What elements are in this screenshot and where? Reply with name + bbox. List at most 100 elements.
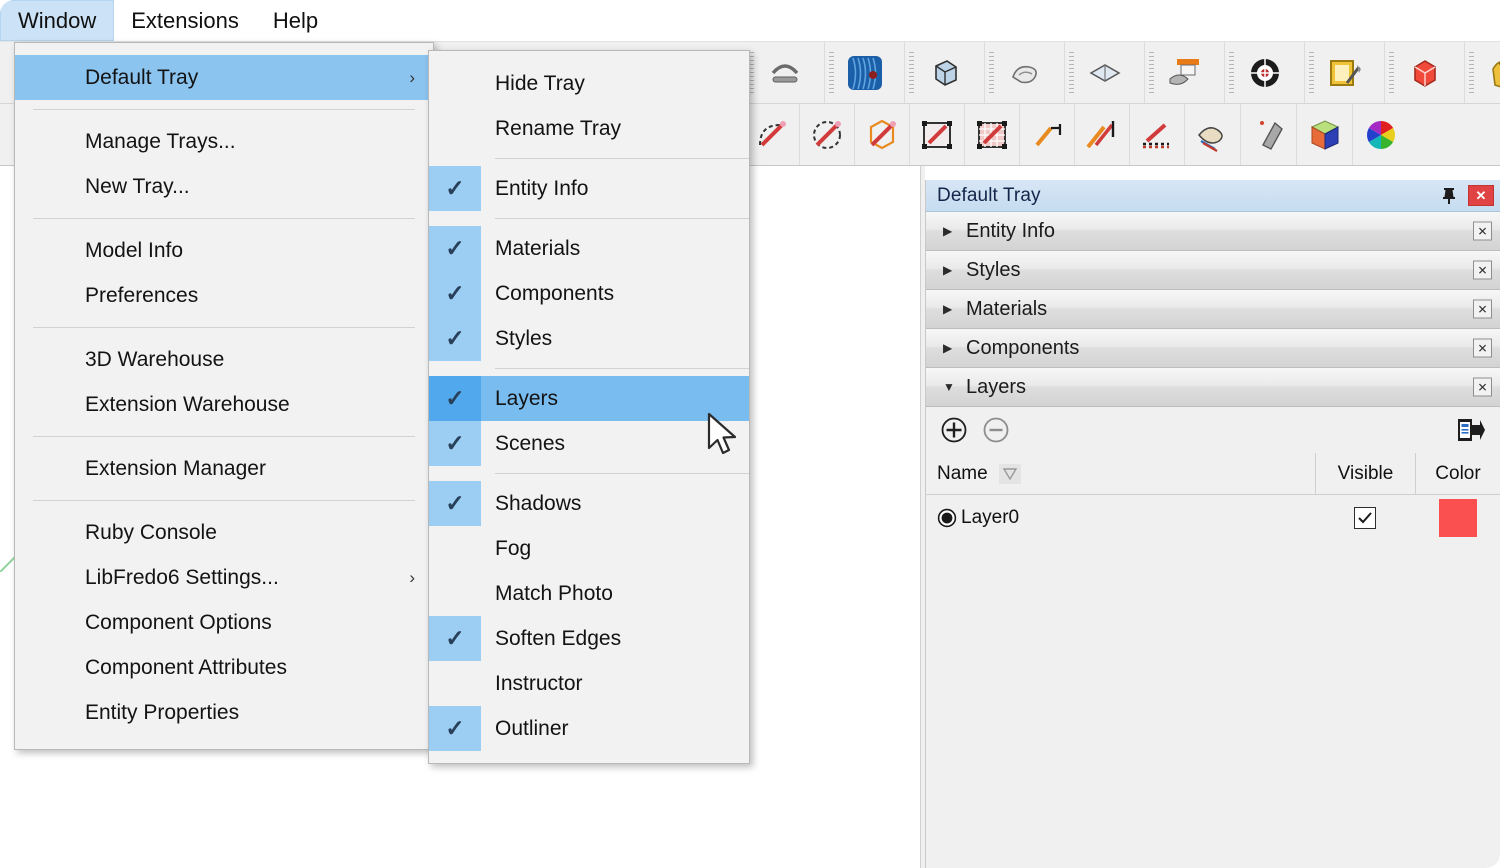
bezier-grid-icon — [977, 120, 1007, 149]
submenu-item-fog[interactable]: Fog — [429, 526, 749, 571]
menubar-item-window[interactable]: Window — [0, 0, 115, 41]
menu-item-preferences[interactable]: Preferences — [15, 273, 433, 318]
submenu-item-scenes[interactable]: ✓ Scenes — [429, 421, 749, 466]
toolbar-button-bezier-square[interactable] — [910, 104, 965, 165]
toolbar-button-solid-inspector[interactable] — [1385, 42, 1465, 103]
visible-checkbox[interactable] — [1354, 507, 1376, 529]
toolbar-button-drape[interactable] — [1065, 42, 1145, 103]
menu-item-3d-warehouse[interactable]: 3D Warehouse — [15, 337, 433, 382]
column-label-color: Color — [1435, 462, 1481, 484]
menu-bar: Window Extensions Help — [0, 0, 1500, 42]
layer-visible-cell[interactable] — [1315, 495, 1415, 541]
column-header-color[interactable]: Color — [1415, 453, 1500, 494]
column-header-name[interactable]: Name — [926, 463, 1315, 485]
submenu-item-styles[interactable]: ✓ Styles — [429, 316, 749, 361]
sort-indicator-icon[interactable] — [998, 463, 1021, 484]
submenu-item-hide-tray[interactable]: Hide Tray — [429, 61, 749, 106]
toolbar-button-round-corner[interactable] — [1297, 104, 1353, 165]
section-close-icon[interactable]: ✕ — [1473, 377, 1492, 397]
menu-item-extension-warehouse[interactable]: Extension Warehouse — [15, 382, 433, 427]
table-row[interactable]: Layer0 — [926, 495, 1500, 541]
submenu-item-shadows[interactable]: ✓ Shadows — [429, 481, 749, 526]
submenu-item-soften-edges[interactable]: ✓ Soften Edges — [429, 616, 749, 661]
submenu-item-outliner[interactable]: ✓ Outliner — [429, 706, 749, 751]
section-close-icon[interactable]: ✕ — [1473, 338, 1492, 358]
check-icon: ✓ — [445, 325, 465, 351]
color-wheel-icon — [1367, 120, 1395, 149]
check-gutter: ✓ — [429, 166, 481, 211]
menubar-item-extensions[interactable]: Extensions — [114, 0, 256, 41]
toolbar-button-follow-me[interactable] — [745, 42, 825, 103]
toolbar-button-color-wheel[interactable] — [1353, 104, 1409, 165]
submenu-item-label: Soften Edges — [495, 626, 622, 650]
tray-section-styles[interactable]: ▶ Styles ✕ — [926, 251, 1500, 290]
submenu-item-layers[interactable]: ✓ Layers — [429, 376, 749, 421]
toolbar-button-bezier-grid[interactable] — [965, 104, 1020, 165]
menu-separator — [495, 473, 749, 474]
menu-item-manage-trays[interactable]: Manage Trays... — [15, 119, 433, 164]
menu-item-new-tray[interactable]: New Tray... — [15, 164, 433, 209]
toolbar-button-fredoscale[interactable] — [1185, 104, 1241, 165]
menu-item-ruby-console[interactable]: Ruby Console — [15, 510, 433, 555]
solid-inspector-icon — [1413, 59, 1436, 87]
pin-icon[interactable] — [1438, 185, 1460, 207]
tray-section-materials[interactable]: ▶ Materials ✕ — [926, 290, 1500, 329]
menu-item-component-options[interactable]: Component Options — [15, 600, 433, 645]
solid-tools-icon — [934, 59, 957, 86]
submenu-item-label: Entity Info — [495, 176, 589, 200]
toolbar-button-solid-tools[interactable] — [905, 42, 985, 103]
section-close-icon[interactable]: ✕ — [1473, 299, 1492, 319]
menu-item-entity-properties[interactable]: Entity Properties — [15, 690, 433, 735]
menu-item-component-attributes[interactable]: Component Attributes — [15, 645, 433, 690]
menu-item-libfredo6-settings[interactable]: LibFredo6 Settings... › — [15, 555, 433, 600]
bezier-circle-icon — [813, 120, 841, 149]
details-button[interactable] — [1456, 417, 1486, 443]
check-icon: ✓ — [445, 175, 465, 201]
tray-section-components[interactable]: ▶ Components ✕ — [926, 329, 1500, 368]
toolbar-button-smoove[interactable] — [985, 42, 1065, 103]
submenu-item-entity-info[interactable]: ✓ Entity Info — [429, 166, 749, 211]
section-close-icon[interactable]: ✕ — [1473, 221, 1492, 241]
toolbar-button-section-plane[interactable] — [1305, 42, 1385, 103]
menu-separator — [33, 436, 415, 437]
tray-section-label: Components — [966, 336, 1080, 359]
layer-color-swatch[interactable] — [1438, 499, 1477, 537]
section-close-icon[interactable]: ✕ — [1473, 260, 1492, 280]
remove-layer-button[interactable] — [982, 416, 1010, 444]
layer-color-cell[interactable] — [1415, 495, 1500, 541]
submenu-item-components[interactable]: ✓ Components — [429, 271, 749, 316]
layers-table-header: Name Visible Color — [926, 453, 1500, 495]
layer-name-cell[interactable]: Layer0 — [926, 507, 1315, 529]
check-icon: ✓ — [445, 625, 465, 651]
toolbar-button-dotted-line[interactable] — [1130, 104, 1185, 165]
submenu-item-label: Hide Tray — [495, 71, 585, 95]
default-tray-panel: Default Tray ✕ ▶ Entity Info ✕ ▶ Styles … — [925, 180, 1500, 868]
tray-close-button[interactable]: ✕ — [1468, 185, 1494, 206]
menu-item-model-info[interactable]: Model Info — [15, 228, 433, 273]
check-gutter: ✓ — [429, 616, 481, 661]
toolbar-button-curve-draw[interactable] — [1020, 104, 1075, 165]
toolbar-button-bezier-polygon[interactable] — [855, 104, 910, 165]
menubar-item-help[interactable]: Help — [256, 0, 335, 41]
active-layer-radio-icon[interactable] — [937, 508, 957, 528]
toolbar-button-bezier-arc[interactable] — [745, 104, 800, 165]
bezier-polygon-icon — [869, 119, 896, 149]
submenu-item-materials[interactable]: ✓ Materials — [429, 226, 749, 271]
toolbar-button-bezier-circle[interactable] — [800, 104, 855, 165]
toolbar-button-target[interactable] — [1225, 42, 1305, 103]
toolbar-button-stamp[interactable] — [1145, 42, 1225, 103]
toolbar-button-sandbox[interactable] — [825, 42, 905, 103]
menu-item-extension-manager[interactable]: Extension Manager — [15, 446, 433, 491]
tray-section-layers[interactable]: ▼ Layers ✕ — [926, 368, 1500, 407]
add-layer-button[interactable] — [940, 416, 968, 444]
toolbar-button-curve-edit[interactable] — [1075, 104, 1130, 165]
submenu-item-label: Outliner — [495, 716, 569, 740]
tray-section-entity-info[interactable]: ▶ Entity Info ✕ — [926, 212, 1500, 251]
submenu-item-rename-tray[interactable]: Rename Tray — [429, 106, 749, 151]
toolbar-button-joint-push-pull[interactable] — [1241, 104, 1297, 165]
column-header-visible[interactable]: Visible — [1315, 453, 1415, 494]
menu-item-default-tray[interactable]: Default Tray › — [15, 55, 433, 100]
submenu-item-instructor[interactable]: Instructor — [429, 661, 749, 706]
submenu-item-match-photo[interactable]: Match Photo — [429, 571, 749, 616]
toolbar-button-clothworks[interactable] — [1465, 42, 1500, 103]
